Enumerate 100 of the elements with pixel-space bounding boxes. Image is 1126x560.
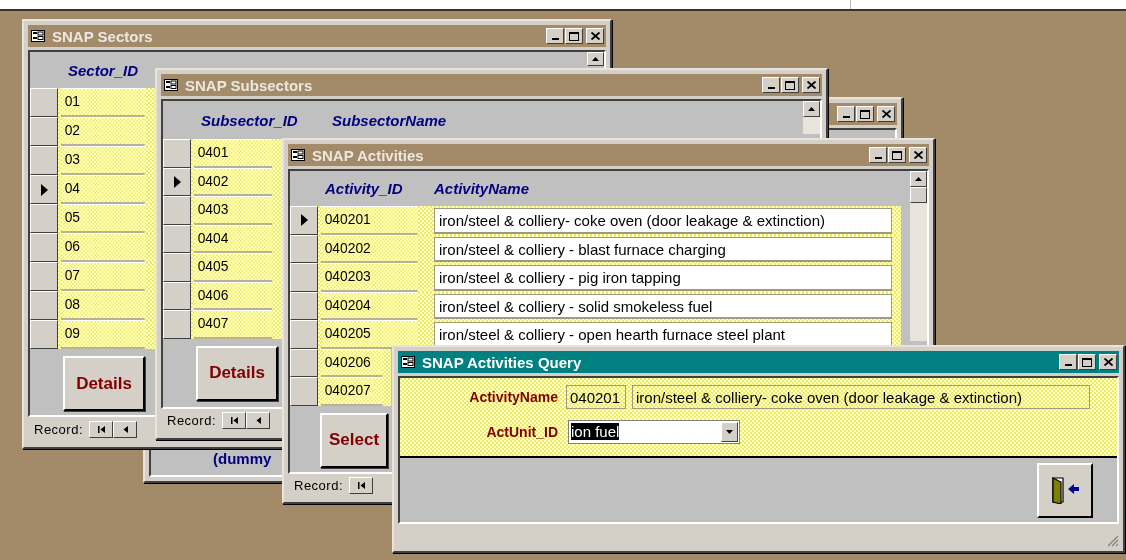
previous-icon bbox=[122, 425, 128, 433]
close-icon bbox=[590, 32, 600, 40]
maximize-icon bbox=[569, 31, 579, 41]
record-selector[interactable] bbox=[290, 263, 318, 292]
record-selector[interactable] bbox=[290, 377, 318, 406]
record-selector[interactable] bbox=[30, 117, 58, 146]
text-field[interactable]: iron/steel & colliery- coke oven (door leakage & extinction) bbox=[632, 384, 1090, 409]
dropdown-button[interactable] bbox=[721, 421, 738, 442]
record-selector[interactable] bbox=[163, 139, 191, 168]
minimize-icon bbox=[874, 157, 882, 159]
record-row[interactable]: 040207 bbox=[318, 377, 391, 406]
first-record-button[interactable] bbox=[222, 412, 247, 429]
record-row[interactable]: 040206 bbox=[318, 348, 391, 377]
table-cell: 040205 bbox=[321, 320, 418, 349]
maximize-icon bbox=[860, 109, 870, 119]
first-record-icon bbox=[357, 482, 365, 489]
field-label: ActUnit_ID bbox=[485, 423, 558, 440]
table-cell: 040201 bbox=[321, 206, 418, 235]
exit-button[interactable] bbox=[1037, 462, 1093, 518]
close-icon bbox=[881, 110, 891, 118]
first-record-button[interactable] bbox=[89, 420, 114, 438]
record-selector[interactable] bbox=[290, 291, 318, 320]
window-title: SNAP Sectors bbox=[52, 27, 153, 45]
form-icon bbox=[31, 30, 45, 42]
minimize-icon bbox=[842, 116, 850, 118]
select-button[interactable]: Select bbox=[320, 412, 388, 468]
close-icon bbox=[913, 151, 923, 159]
window-title: SNAP Activities Query bbox=[422, 353, 582, 371]
table-cell: iron/steel & colliery - open hearth furnace steel plant bbox=[434, 322, 892, 348]
record-row[interactable]: 040204 iron/steel & colliery - solid smokeless fuel bbox=[318, 291, 901, 320]
close-button[interactable] bbox=[1099, 354, 1117, 370]
record-selector[interactable] bbox=[163, 310, 191, 339]
maximize-icon bbox=[892, 150, 902, 160]
column-header: Sector_ID bbox=[68, 61, 139, 79]
record-selector[interactable] bbox=[163, 253, 191, 282]
record-selector[interactable] bbox=[290, 234, 318, 263]
minimize-icon bbox=[767, 87, 775, 89]
previous-record-button[interactable] bbox=[246, 412, 271, 429]
record-selector[interactable] bbox=[30, 320, 58, 349]
scroll-up-button[interactable] bbox=[910, 171, 927, 187]
record-selector[interactable] bbox=[163, 281, 191, 310]
form-icon bbox=[164, 79, 178, 91]
up-arrow-icon bbox=[592, 57, 599, 61]
record-row[interactable]: 040205 iron/steel & colliery - open hearth furnace steel plant bbox=[318, 320, 901, 349]
record-selector[interactable] bbox=[30, 262, 58, 291]
record-row[interactable]: 040203 iron/steel & colliery - pig iron tapping bbox=[318, 263, 901, 292]
window-title: SNAP Subsectors bbox=[185, 76, 313, 94]
door-exit-icon bbox=[1050, 476, 1080, 504]
maximize-button[interactable] bbox=[1078, 354, 1096, 370]
scroll-thumb[interactable] bbox=[910, 187, 927, 203]
scroll-up-button[interactable] bbox=[587, 52, 604, 66]
record-selector[interactable] bbox=[290, 320, 318, 349]
table-cell: 040206 bbox=[321, 348, 383, 377]
column-header: ActivityName bbox=[434, 180, 530, 197]
minimize-icon bbox=[1064, 364, 1072, 366]
first-record-button[interactable] bbox=[349, 477, 374, 494]
record-selector[interactable] bbox=[290, 348, 318, 377]
previous-record-button[interactable] bbox=[113, 420, 138, 438]
vertical-scrollbar[interactable] bbox=[803, 101, 820, 134]
maximize-icon bbox=[1082, 357, 1092, 367]
maximize-icon bbox=[785, 80, 795, 90]
record-label: Record: bbox=[167, 413, 217, 428]
caret-icon bbox=[726, 429, 733, 434]
up-arrow-icon bbox=[808, 107, 815, 111]
record-selector[interactable] bbox=[290, 206, 318, 235]
table-cell: 040203 bbox=[321, 263, 418, 292]
form-icon bbox=[401, 356, 415, 368]
close-icon bbox=[806, 81, 816, 89]
column-header: SubsectorName bbox=[332, 111, 447, 129]
minimize-icon bbox=[551, 38, 559, 40]
minimize-button[interactable] bbox=[1059, 354, 1077, 370]
record-selector[interactable] bbox=[163, 167, 191, 196]
record-label: Record: bbox=[34, 421, 84, 437]
table-cell: 040202 bbox=[321, 234, 418, 263]
field-label: (dummy bbox=[213, 450, 273, 467]
column-header: Activity_ID bbox=[325, 180, 404, 197]
record-row[interactable]: 040201 iron/steel & colliery- coke oven (door leakage & extinction) bbox=[318, 206, 901, 235]
record-selector[interactable] bbox=[163, 196, 191, 225]
record-selector[interactable] bbox=[30, 88, 58, 117]
scroll-up-button[interactable] bbox=[803, 101, 820, 117]
record-pointer-icon bbox=[40, 183, 48, 196]
record-selector[interactable] bbox=[30, 175, 58, 204]
text-field[interactable]: 040201 bbox=[566, 384, 626, 409]
record-row[interactable]: 040202 iron/steel & colliery - blast furnace charging bbox=[318, 234, 901, 263]
vertical-scrollbar[interactable] bbox=[910, 171, 927, 341]
table-cell: 040207 bbox=[321, 377, 383, 406]
details-button[interactable]: Details bbox=[196, 345, 278, 401]
record-selector[interactable] bbox=[30, 233, 58, 262]
record-selector[interactable] bbox=[30, 291, 58, 320]
field-label: ActivityName bbox=[468, 388, 558, 405]
record-label: Record: bbox=[294, 478, 344, 493]
first-record-icon bbox=[230, 417, 238, 424]
table-cell: iron/steel & colliery - blast furnace charging bbox=[434, 236, 892, 262]
record-selector[interactable] bbox=[30, 146, 58, 175]
combo-box[interactable]: ion fuel bbox=[568, 419, 740, 444]
table-cell: iron/steel & colliery- coke oven (door leakage & extinction) bbox=[434, 208, 892, 234]
record-selector[interactable] bbox=[30, 204, 58, 233]
window-title: SNAP Activities bbox=[312, 146, 424, 164]
details-button[interactable]: Details bbox=[63, 356, 145, 411]
record-selector[interactable] bbox=[163, 224, 191, 253]
